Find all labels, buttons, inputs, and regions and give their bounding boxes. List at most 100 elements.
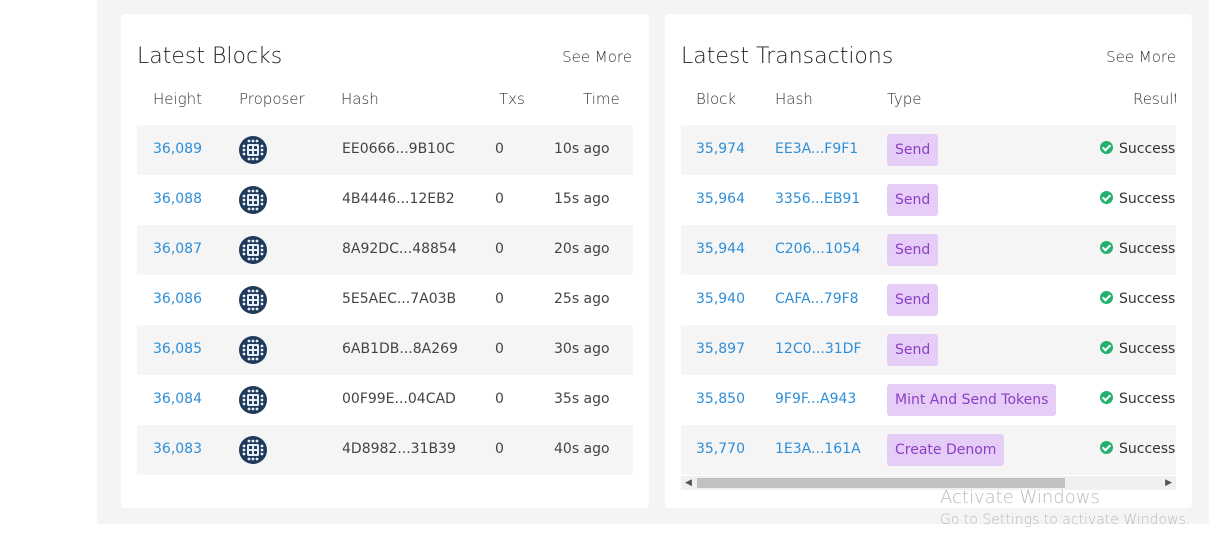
block-txs: 0 bbox=[495, 191, 504, 207]
tx-result-label: Success bbox=[1119, 141, 1176, 157]
table-row[interactable]: 36,086 5E5AEC...7A03B 0 25s ago bbox=[137, 275, 633, 325]
tx-hash-link[interactable]: 9F9F...A943 bbox=[775, 391, 856, 407]
tx-hash-link[interactable]: 1E3A...161A bbox=[775, 441, 861, 457]
validator-avatar-icon[interactable] bbox=[239, 336, 267, 364]
block-time: 25s ago bbox=[554, 291, 610, 307]
tx-result: Success bbox=[1100, 241, 1175, 257]
table-row[interactable]: 35,940 CAFA...79F8 Send Success bbox=[681, 275, 1176, 325]
block-txs: 0 bbox=[495, 391, 504, 407]
tx-hash-link[interactable]: CAFA...79F8 bbox=[775, 291, 859, 307]
block-hash: 6AB1DB...8A269 bbox=[342, 341, 458, 357]
tx-result: Success bbox=[1100, 441, 1175, 457]
activate-windows-watermark-subtitle: Go to Settings to activate Windows. bbox=[940, 512, 1191, 528]
column-header-type: Type bbox=[887, 90, 922, 108]
tx-result: Success bbox=[1100, 341, 1175, 357]
check-circle-icon bbox=[1100, 441, 1113, 454]
table-row[interactable]: 36,087 8A92DC...48854 0 20s ago bbox=[137, 225, 633, 275]
tx-block-link[interactable]: 35,940 bbox=[696, 291, 745, 307]
check-circle-icon bbox=[1100, 291, 1113, 304]
arrow-right-icon[interactable]: ▶ bbox=[1165, 478, 1172, 488]
tx-hash-link[interactable]: EE3A...F9F1 bbox=[775, 141, 858, 157]
table-row[interactable]: 35,944 C206...1054 Send Success bbox=[681, 225, 1176, 275]
transactions-see-more-link[interactable]: See More bbox=[1106, 48, 1176, 66]
block-time: 10s ago bbox=[554, 141, 610, 157]
block-hash: 8A92DC...48854 bbox=[342, 241, 457, 257]
block-hash: 4B4446...12EB2 bbox=[342, 191, 455, 207]
table-row[interactable]: 35,964 3356...EB91 Send Success bbox=[681, 175, 1176, 225]
tx-block-link[interactable]: 35,850 bbox=[696, 391, 745, 407]
tx-result-label: Success bbox=[1119, 391, 1176, 407]
column-header-txs: Txs bbox=[499, 90, 525, 108]
table-row[interactable]: 36,088 4B4446...12EB2 0 15s ago bbox=[137, 175, 633, 225]
check-circle-icon bbox=[1100, 391, 1113, 404]
validator-avatar-icon[interactable] bbox=[239, 186, 267, 214]
tx-type-badge: Send bbox=[887, 284, 939, 316]
table-row[interactable]: 36,085 6AB1DB...8A269 0 30s ago bbox=[137, 325, 633, 375]
block-height-link[interactable]: 36,088 bbox=[153, 191, 202, 207]
block-time: 30s ago bbox=[554, 341, 610, 357]
table-row[interactable]: 35,897 12C0...31DF Send Success bbox=[681, 325, 1176, 375]
column-header-time: Time bbox=[583, 90, 620, 108]
block-hash: EE0666...9B10C bbox=[342, 141, 455, 157]
table-row[interactable]: 36,089 EE0666...9B10C 0 10s ago bbox=[137, 125, 633, 175]
block-txs: 0 bbox=[495, 141, 504, 157]
block-height-link[interactable]: 36,083 bbox=[153, 441, 202, 457]
validator-avatar-icon[interactable] bbox=[239, 436, 267, 464]
block-height-link[interactable]: 36,085 bbox=[153, 341, 202, 357]
tx-hash-link[interactable]: C206...1054 bbox=[775, 241, 860, 257]
validator-avatar-icon[interactable] bbox=[239, 286, 267, 314]
tx-hash-link[interactable]: 3356...EB91 bbox=[775, 191, 860, 207]
table-row[interactable]: 35,850 9F9F...A943 Mint And Send Tokens … bbox=[681, 375, 1176, 425]
tx-type-badge: Send bbox=[887, 334, 939, 366]
block-txs: 0 bbox=[495, 441, 504, 457]
tx-result-label: Success bbox=[1119, 441, 1176, 457]
horizontal-scrollbar[interactable]: ◀ ▶ bbox=[681, 476, 1176, 490]
transactions-table-body: 35,974 EE3A...F9F1 Send Success 35,964 3… bbox=[681, 125, 1176, 475]
tx-block-link[interactable]: 35,897 bbox=[696, 341, 745, 357]
block-txs: 0 bbox=[495, 341, 504, 357]
column-header-height: Height bbox=[153, 90, 203, 108]
block-time: 20s ago bbox=[554, 241, 610, 257]
table-row[interactable]: 36,083 4D8982...31B39 0 40s ago bbox=[137, 425, 633, 475]
tx-result: Success bbox=[1100, 191, 1175, 207]
blocks-see-more-link[interactable]: See More bbox=[562, 48, 632, 66]
tx-block-link[interactable]: 35,770 bbox=[696, 441, 745, 457]
tx-block-link[interactable]: 35,964 bbox=[696, 191, 745, 207]
latest-blocks-card: Latest Blocks See More Height Proposer H… bbox=[121, 14, 649, 508]
column-header-result: Result bbox=[1133, 90, 1176, 108]
block-height-link[interactable]: 36,087 bbox=[153, 241, 202, 257]
tx-hash-link[interactable]: 12C0...31DF bbox=[775, 341, 862, 357]
tx-result-label: Success bbox=[1119, 191, 1176, 207]
arrow-left-icon[interactable]: ◀ bbox=[685, 478, 692, 488]
latest-transactions-title: Latest Transactions bbox=[681, 44, 894, 69]
transactions-table-header: Block Hash Type Result bbox=[681, 90, 1176, 110]
tx-result-label: Success bbox=[1119, 341, 1176, 357]
check-circle-icon bbox=[1100, 191, 1113, 204]
tx-type-badge: Send bbox=[887, 184, 939, 216]
block-height-link[interactable]: 36,084 bbox=[153, 391, 202, 407]
block-txs: 0 bbox=[495, 291, 504, 307]
validator-avatar-icon[interactable] bbox=[239, 136, 267, 164]
table-row[interactable]: 35,770 1E3A...161A Create Denom Success bbox=[681, 425, 1176, 475]
block-height-link[interactable]: 36,089 bbox=[153, 141, 202, 157]
check-circle-icon bbox=[1100, 241, 1113, 254]
check-circle-icon bbox=[1100, 341, 1113, 354]
tx-type-badge: Create Denom bbox=[887, 434, 1005, 466]
column-header-hash: Hash bbox=[775, 90, 813, 108]
validator-avatar-icon[interactable] bbox=[239, 386, 267, 414]
block-txs: 0 bbox=[495, 241, 504, 257]
tx-type-badge: Send bbox=[887, 134, 939, 166]
table-row[interactable]: 35,974 EE3A...F9F1 Send Success bbox=[681, 125, 1176, 175]
column-header-block: Block bbox=[696, 90, 737, 108]
block-height-link[interactable]: 36,086 bbox=[153, 291, 202, 307]
tx-result: Success bbox=[1100, 291, 1175, 307]
blocks-table-body: 36,089 EE0666...9B10C 0 10s ago 36,088 4… bbox=[137, 125, 633, 475]
column-header-hash: Hash bbox=[341, 90, 379, 108]
block-hash: 4D8982...31B39 bbox=[342, 441, 456, 457]
block-time: 35s ago bbox=[554, 391, 610, 407]
tx-block-link[interactable]: 35,944 bbox=[696, 241, 745, 257]
tx-block-link[interactable]: 35,974 bbox=[696, 141, 745, 157]
table-row[interactable]: 36,084 00F99E...04CAD 0 35s ago bbox=[137, 375, 633, 425]
tx-type-badge: Mint And Send Tokens bbox=[887, 384, 1057, 416]
validator-avatar-icon[interactable] bbox=[239, 236, 267, 264]
